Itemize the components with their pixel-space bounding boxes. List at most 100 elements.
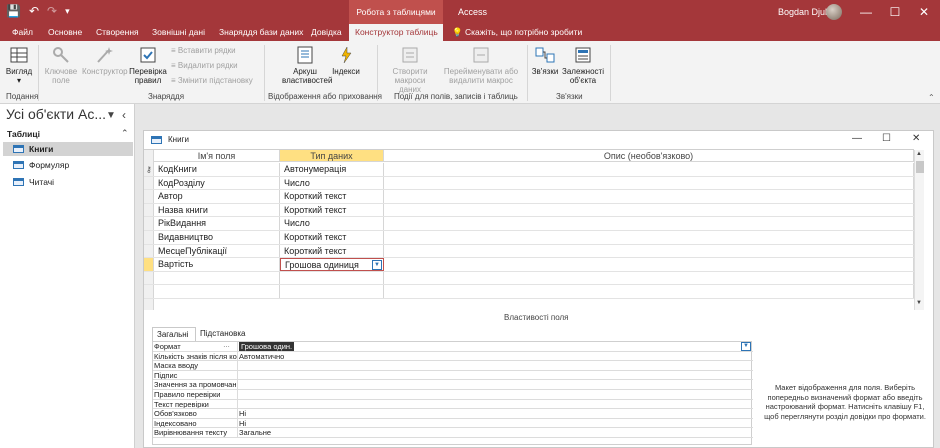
field-name-cell[interactable]: КодКниги — [154, 163, 280, 176]
field-name-cell[interactable]: МесцеПублікації — [154, 244, 280, 258]
tell-me-box[interactable]: 💡 Скажіть, що потрібно зробити — [452, 24, 582, 41]
table-row[interactable] — [144, 285, 914, 299]
field-name-cell[interactable]: КодРозділу — [154, 176, 280, 190]
grid-scrollbar[interactable]: ▲ ▼ — [914, 150, 924, 310]
rename-delete-macro-button[interactable]: Перейменувати або видалити макрос — [442, 45, 520, 85]
close-button[interactable]: ✕ — [910, 0, 938, 24]
row-selector[interactable] — [144, 231, 154, 244]
property-row[interactable]: Маска вводу — [153, 361, 753, 371]
doc-maximize-button[interactable]: ☐ — [882, 133, 891, 144]
data-type-cell[interactable]: Грошова одиниця ▼ — [280, 258, 384, 271]
data-type-cell[interactable]: Короткий текст — [280, 190, 384, 203]
property-value[interactable]: Автоматично — [239, 352, 284, 361]
row-selector[interactable] — [144, 176, 154, 190]
property-value[interactable]: Ні — [239, 419, 246, 428]
nav-dropdown-icon[interactable]: ▼ — [106, 110, 116, 121]
property-row[interactable]: Формат … Грошова один. ▼ — [153, 342, 753, 352]
builder-button[interactable]: Конструктор — [82, 45, 128, 76]
table-row[interactable]: Видавництво Короткий текст — [144, 231, 914, 245]
row-selector[interactable] — [144, 203, 154, 217]
data-type-cell[interactable] — [280, 271, 384, 285]
user-name[interactable]: Bogdan Djuk — [778, 0, 830, 24]
table-row[interactable]: Назва книги Короткий текст — [144, 203, 914, 218]
chevron-down-icon[interactable]: ▼ — [372, 260, 382, 270]
doc-close-button[interactable]: ✕ — [912, 133, 920, 144]
save-icon[interactable]: 💾 — [6, 4, 21, 18]
table-row[interactable]: МесцеПублікації Короткий текст — [144, 244, 914, 259]
builder-icon[interactable]: … — [223, 342, 233, 351]
delete-rows-button[interactable]: ≡ Видалити рядки — [171, 61, 238, 70]
table-row[interactable]: КодРозділу Число — [144, 176, 914, 191]
property-row[interactable]: Правило перевірки — [153, 390, 753, 400]
property-value[interactable]: Грошова один. — [239, 342, 295, 351]
field-name-cell[interactable]: РікВидання — [154, 217, 280, 230]
chevron-up-icon[interactable]: ⌃ — [121, 128, 129, 139]
property-row[interactable]: Індексовано Ні — [153, 418, 753, 429]
description-cell[interactable] — [384, 244, 914, 258]
maximize-button[interactable]: ☐ — [881, 0, 909, 24]
row-selector[interactable] — [144, 217, 154, 230]
data-type-cell[interactable]: Число — [280, 176, 384, 190]
nav-collapse-icon[interactable]: ‹ — [122, 108, 126, 122]
tab-home[interactable]: Основне — [48, 24, 82, 41]
property-row[interactable]: Кількість знаків після ко Автоматично — [153, 351, 753, 362]
tab-external-data[interactable]: Зовнішні дані — [152, 24, 205, 41]
description-cell[interactable] — [384, 176, 914, 190]
tab-general[interactable]: Загальні — [152, 327, 196, 341]
data-type-cell[interactable]: Короткий текст — [280, 203, 384, 217]
property-value[interactable]: Загальне — [239, 428, 271, 437]
redo-icon[interactable]: ↷ — [47, 4, 57, 18]
row-selector[interactable]: ⚷ — [144, 163, 154, 176]
nav-item-formulyar[interactable]: Формуляр — [3, 158, 133, 172]
indexes-button[interactable]: Індекси — [330, 45, 362, 76]
property-row[interactable]: Значення за промовчанн — [153, 380, 753, 390]
description-cell[interactable] — [384, 163, 914, 176]
data-type-cell[interactable]: Короткий текст — [280, 244, 384, 258]
tab-lookup[interactable]: Підстановка — [196, 327, 249, 341]
create-data-macros-button[interactable]: Створити макроси даних — [384, 45, 436, 94]
validate-rules-button[interactable]: Перевірка правил — [128, 45, 168, 85]
nav-group-tables[interactable]: Таблиці — [7, 129, 40, 139]
field-name-cell[interactable]: Автор — [154, 190, 280, 203]
row-selector[interactable] — [144, 258, 154, 271]
row-selector[interactable] — [144, 285, 154, 298]
description-cell[interactable] — [384, 258, 914, 271]
field-name-cell[interactable] — [154, 271, 280, 285]
table-row[interactable] — [144, 271, 914, 286]
chevron-down-icon[interactable]: ▼ — [741, 342, 751, 351]
property-row[interactable]: Обов'язково Ні — [153, 409, 753, 419]
tab-table-design[interactable]: Конструктор таблиць — [349, 24, 443, 41]
data-type-cell[interactable] — [280, 285, 384, 298]
insert-rows-button[interactable]: ≡ Вставити рядки — [171, 46, 236, 55]
collapse-ribbon-icon[interactable]: ⌃ — [928, 93, 935, 102]
minimize-button[interactable]: — — [852, 0, 880, 24]
tab-help[interactable]: Довідка — [311, 24, 342, 41]
nav-item-knyhy[interactable]: Книги — [3, 142, 133, 156]
description-cell[interactable] — [384, 271, 914, 285]
data-type-cell[interactable]: Короткий текст — [280, 231, 384, 244]
scroll-down-icon[interactable]: ▼ — [916, 300, 922, 306]
field-name-cell[interactable]: Вартість — [154, 258, 280, 271]
tab-database-tools[interactable]: Знаряддя бази даних — [219, 24, 303, 41]
relationships-button[interactable]: Зв'язки — [530, 45, 560, 76]
property-sheet-button[interactable]: Аркуш властивостей — [282, 45, 332, 85]
table-row[interactable]: Вартість Грошова одиниця ▼ — [144, 258, 914, 272]
description-cell[interactable] — [384, 217, 914, 230]
scroll-thumb[interactable] — [916, 161, 924, 173]
doc-minimize-button[interactable]: — — [852, 133, 862, 144]
object-dependencies-button[interactable]: Залежності об'єкта — [562, 45, 604, 85]
customize-qat-icon[interactable]: ▾ — [65, 4, 70, 18]
row-selector[interactable] — [144, 271, 154, 285]
property-row[interactable]: Підпис — [153, 370, 753, 381]
nav-pane-title[interactable]: Усі об'єкти Ac... — [6, 106, 106, 122]
row-selector[interactable] — [144, 244, 154, 258]
field-name-cell[interactable]: Назва книги — [154, 203, 280, 217]
description-cell[interactable] — [384, 231, 914, 244]
field-name-cell[interactable] — [154, 285, 280, 298]
tab-file[interactable]: Файл — [12, 24, 33, 41]
key-field-button[interactable]: Ключове поле — [42, 45, 80, 85]
avatar[interactable] — [826, 4, 842, 20]
property-row[interactable]: Вирівнювання тексту Загальне — [153, 428, 753, 438]
nav-item-chytachi[interactable]: Читачі — [3, 175, 133, 189]
row-selector[interactable] — [144, 190, 154, 203]
